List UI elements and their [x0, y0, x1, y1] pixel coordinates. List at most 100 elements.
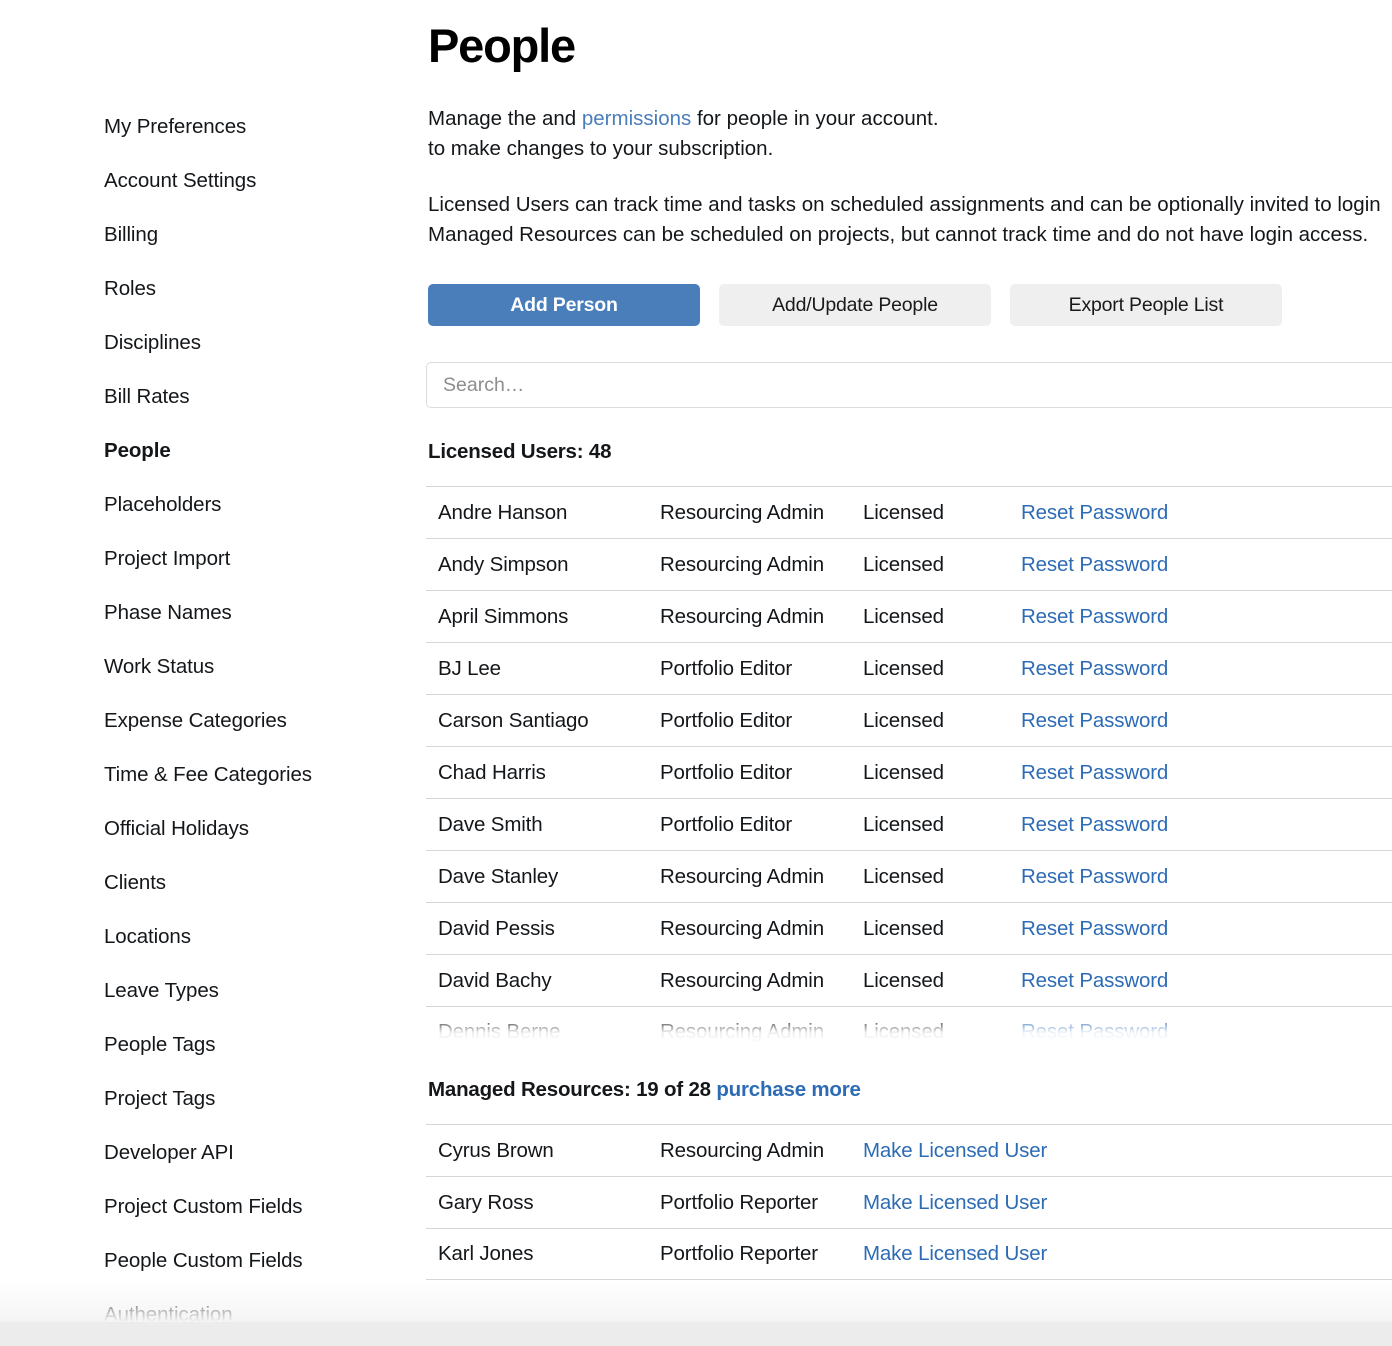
sidebar-item-my-preferences[interactable]: My Preferences — [0, 113, 410, 167]
sidebar-item-phase-names[interactable]: Phase Names — [0, 599, 410, 653]
sidebar-item-project-custom-fields[interactable]: Project Custom Fields — [0, 1193, 410, 1247]
person-role: Portfolio Editor — [660, 761, 863, 785]
sidebar-item-leave-types[interactable]: Leave Types — [0, 977, 410, 1031]
sidebar-item-locations[interactable]: Locations — [0, 923, 410, 977]
page-title: People — [418, 0, 1392, 74]
table-row: BJ LeePortfolio EditorLicensedReset Pass… — [426, 642, 1392, 694]
add-person-button[interactable]: Add Person — [428, 284, 700, 326]
table-row: Karl JonesPortfolio ReporterMake License… — [426, 1228, 1392, 1280]
make-licensed-user-link[interactable]: Make Licensed User — [863, 1139, 1392, 1163]
reset-password-link[interactable]: Reset Password — [1021, 969, 1392, 993]
reset-password-link[interactable]: Reset Password — [1021, 501, 1392, 525]
person-status: Licensed — [863, 501, 1021, 525]
purchase-more-link[interactable]: purchase more — [716, 1078, 860, 1101]
sidebar-item-project-tags[interactable]: Project Tags — [0, 1085, 410, 1139]
table-row: April SimmonsResourcing AdminLicensedRes… — [426, 590, 1392, 642]
person-name: Carson Santiago — [426, 709, 660, 733]
person-role: Portfolio Editor — [660, 709, 863, 733]
sidebar-item-people-custom-fields[interactable]: People Custom Fields — [0, 1247, 410, 1301]
person-role: Resourcing Admin — [660, 553, 863, 577]
person-status: Licensed — [863, 917, 1021, 941]
table-row: Chad HarrisPortfolio EditorLicensedReset… — [426, 746, 1392, 798]
permissions-link[interactable]: permissions — [582, 107, 691, 130]
person-role: Resourcing Admin — [660, 917, 863, 941]
search-container — [418, 326, 1392, 408]
table-row: David BachyResourcing AdminLicensedReset… — [426, 954, 1392, 1006]
export-people-list-button[interactable]: Export People List — [1010, 284, 1282, 326]
table-row: Andy SimpsonResourcing AdminLicensedRese… — [426, 538, 1392, 590]
person-role: Resourcing Admin — [660, 969, 863, 993]
person-role: Portfolio Editor — [660, 657, 863, 681]
person-name: Andy Simpson — [426, 553, 660, 577]
person-status: Licensed — [863, 605, 1021, 629]
footer-band — [0, 1322, 1392, 1346]
table-row: Dave SmithPortfolio EditorLicensedReset … — [426, 798, 1392, 850]
person-name: Karl Jones — [426, 1242, 660, 1266]
person-status: Licensed — [863, 657, 1021, 681]
reset-password-link[interactable]: Reset Password — [1021, 657, 1392, 681]
intro-text-before-link: Manage the and — [428, 107, 582, 130]
people-settings-page: My PreferencesAccount SettingsBillingRol… — [0, 0, 1392, 1346]
sidebar-item-official-holidays[interactable]: Official Holidays — [0, 815, 410, 869]
intro-text-after-link: for people in your account. — [691, 107, 938, 130]
sidebar-item-time-fee-categories[interactable]: Time & Fee Categories — [0, 761, 410, 815]
table-row: Dennis BerneResourcing AdminLicensedRese… — [426, 1006, 1392, 1046]
person-status: Licensed — [863, 553, 1021, 577]
intro-line-2: to make changes to your subscription. — [428, 134, 1392, 164]
reset-password-link[interactable]: Reset Password — [1021, 813, 1392, 837]
intro-paragraph: Manage the and permissions for people in… — [418, 74, 1392, 164]
person-status: Licensed — [863, 813, 1021, 837]
table-row: Cyrus BrownResourcing AdminMake Licensed… — [426, 1124, 1392, 1176]
managed-resources-description: Managed Resources can be scheduled on pr… — [428, 220, 1392, 250]
person-name: Cyrus Brown — [426, 1139, 660, 1163]
licensed-users-heading: Licensed Users: 48 — [418, 408, 1392, 464]
table-row: Carson SantiagoPortfolio EditorLicensedR… — [426, 694, 1392, 746]
sidebar-item-disciplines[interactable]: Disciplines — [0, 329, 410, 383]
person-role: Resourcing Admin — [660, 605, 863, 629]
managed-resources-heading: Managed Resources: 19 of 28 purchase mor… — [418, 1046, 1392, 1102]
sidebar-item-work-status[interactable]: Work Status — [0, 653, 410, 707]
person-name: David Pessis — [426, 917, 660, 941]
sidebar-item-roles[interactable]: Roles — [0, 275, 410, 329]
sidebar-item-people-tags[interactable]: People Tags — [0, 1031, 410, 1085]
person-name: Chad Harris — [426, 761, 660, 785]
sidebar-item-account-settings[interactable]: Account Settings — [0, 167, 410, 221]
table-row: David PessisResourcing AdminLicensedRese… — [426, 902, 1392, 954]
person-role: Resourcing Admin — [660, 1139, 863, 1163]
sidebar-item-billing[interactable]: Billing — [0, 221, 410, 275]
add-update-people-button[interactable]: Add/Update People — [719, 284, 991, 326]
person-name: Andre Hanson — [426, 501, 660, 525]
person-status: Licensed — [863, 761, 1021, 785]
sidebar-item-placeholders[interactable]: Placeholders — [0, 491, 410, 545]
sidebar-item-project-import[interactable]: Project Import — [0, 545, 410, 599]
reset-password-link[interactable]: Reset Password — [1021, 709, 1392, 733]
person-status: Licensed — [863, 709, 1021, 733]
reset-password-link[interactable]: Reset Password — [1021, 1020, 1392, 1044]
search-input[interactable] — [426, 362, 1392, 408]
table-row: Andre HansonResourcing AdminLicensedRese… — [426, 486, 1392, 538]
intro-paragraph-2: Licensed Users can track time and tasks … — [418, 164, 1392, 250]
person-role: Resourcing Admin — [660, 501, 863, 525]
make-licensed-user-link[interactable]: Make Licensed User — [863, 1191, 1392, 1215]
action-button-row: Add Person Add/Update People Export Peop… — [418, 250, 1392, 326]
main-content: People Manage the and permissions for pe… — [410, 0, 1392, 1346]
sidebar-item-bill-rates[interactable]: Bill Rates — [0, 383, 410, 437]
settings-sidebar: My PreferencesAccount SettingsBillingRol… — [0, 0, 410, 1346]
reset-password-link[interactable]: Reset Password — [1021, 605, 1392, 629]
managed-resources-count: Managed Resources: 19 of 28 — [428, 1078, 716, 1101]
sidebar-item-developer-api[interactable]: Developer API — [0, 1139, 410, 1193]
sidebar-item-expense-categories[interactable]: Expense Categories — [0, 707, 410, 761]
sidebar-item-clients[interactable]: Clients — [0, 869, 410, 923]
reset-password-link[interactable]: Reset Password — [1021, 865, 1392, 889]
person-name: David Bachy — [426, 969, 660, 993]
intro-line-1: Manage the and permissions for people in… — [428, 104, 1392, 134]
sidebar-item-people[interactable]: People — [0, 437, 410, 491]
reset-password-link[interactable]: Reset Password — [1021, 761, 1392, 785]
table-row: Gary RossPortfolio ReporterMake Licensed… — [426, 1176, 1392, 1228]
reset-password-link[interactable]: Reset Password — [1021, 553, 1392, 577]
person-name: BJ Lee — [426, 657, 660, 681]
reset-password-link[interactable]: Reset Password — [1021, 917, 1392, 941]
make-licensed-user-link[interactable]: Make Licensed User — [863, 1242, 1392, 1266]
person-name: Gary Ross — [426, 1191, 660, 1215]
person-role: Portfolio Reporter — [660, 1242, 863, 1266]
